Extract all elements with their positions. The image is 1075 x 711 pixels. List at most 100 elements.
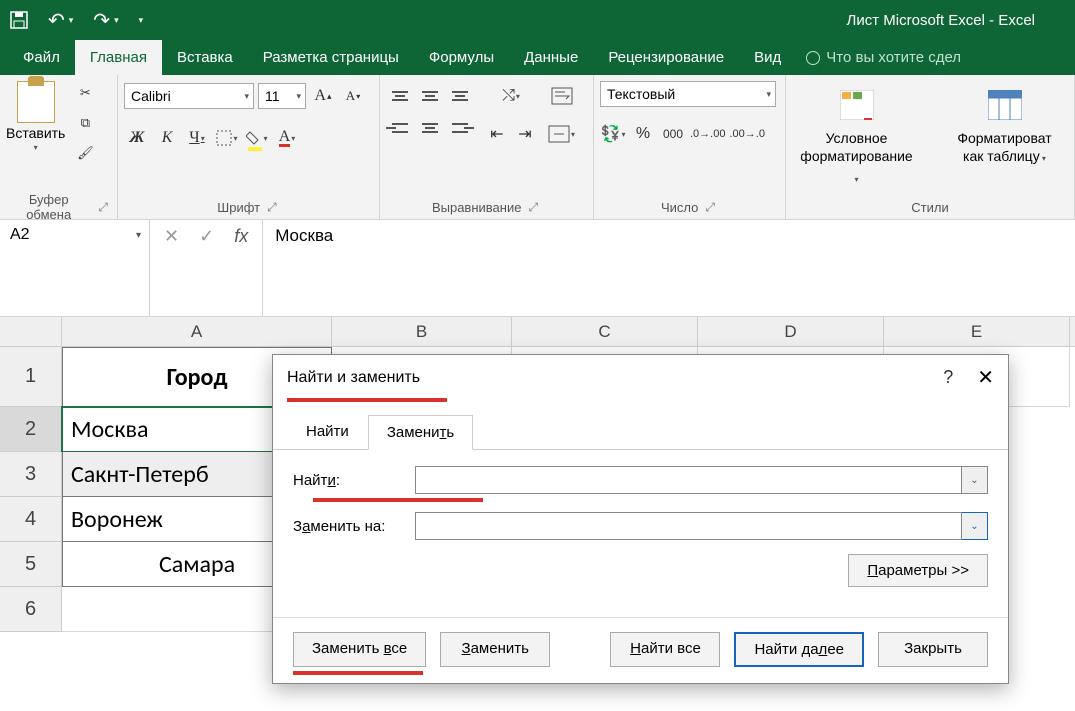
underline-button[interactable]: Ч▾ (184, 123, 210, 153)
formula-input[interactable]: Москва (263, 220, 1075, 316)
find-all-button[interactable]: Найти все (610, 632, 720, 667)
row-header-2[interactable]: 2 (0, 407, 62, 452)
parameters-button[interactable]: Параметры >> (848, 554, 988, 587)
font-size-combo[interactable]: 11▾ (258, 83, 306, 109)
conditional-format-icon (834, 85, 880, 125)
row-header-3[interactable]: 3 (0, 452, 62, 497)
cut-button[interactable]: ✂ (73, 81, 97, 105)
replace-history-dropdown[interactable]: ⌄ (962, 512, 988, 540)
font-name-value: Calibri (131, 88, 171, 104)
replace-button[interactable]: Заменить (440, 632, 550, 667)
dialog-close-button[interactable]: ✕ (977, 365, 994, 390)
close-button[interactable]: Закрыть (878, 632, 988, 667)
align-top-button[interactable] (386, 81, 414, 111)
clipboard-launcher[interactable]: ⤢ (95, 199, 111, 216)
col-header-a[interactable]: A (62, 317, 332, 346)
decrease-font-button[interactable]: A▾ (340, 81, 366, 111)
tell-me-label: Что вы хотите сдел (826, 49, 961, 66)
accept-formula-button[interactable]: ✓ (199, 226, 214, 247)
borders-button[interactable]: ▾ (214, 123, 240, 153)
fx-button[interactable]: fx (234, 226, 248, 247)
formula-value: Москва (275, 226, 333, 245)
percent-button[interactable]: % (630, 119, 656, 149)
orientation-button[interactable]: ⤭▾ (484, 81, 538, 111)
row-header-5[interactable]: 5 (0, 542, 62, 587)
find-history-dropdown[interactable]: ⌄ (962, 466, 988, 494)
number-launcher[interactable]: ⤢ (702, 199, 718, 216)
tell-me-search[interactable]: Что вы хотите сдел (806, 40, 961, 75)
increase-font-button[interactable]: A▴ (310, 81, 336, 111)
fill-color-button[interactable]: ▾ (244, 123, 270, 153)
number-group-label: Число (661, 200, 698, 215)
dialog-title: Найти и заменить (287, 369, 420, 387)
number-format-combo[interactable]: Текстовый▾ (600, 81, 776, 107)
col-header-d[interactable]: D (698, 317, 884, 346)
tab-insert[interactable]: Вставка (162, 40, 248, 75)
font-name-combo[interactable]: Calibri▾ (124, 83, 254, 109)
row-header-6[interactable]: 6 (0, 587, 62, 632)
tab-page-layout[interactable]: Разметка страницы (248, 40, 414, 75)
title-bar: ↶▾ ↷▾ ▾ Лист Microsoft Excel - Excel (0, 0, 1075, 40)
font-color-button[interactable]: А▾ (274, 123, 300, 153)
number-format-value: Текстовый (607, 86, 675, 102)
format-painter-button[interactable]: 🖌 (73, 141, 97, 165)
italic-button[interactable]: К (154, 123, 180, 153)
find-replace-dialog: Найти и заменить ? ✕ Найти Заменить Найт… (272, 354, 1009, 684)
tab-review[interactable]: Рецензирование (593, 40, 739, 75)
align-right-button[interactable] (446, 113, 474, 143)
increase-indent-button[interactable]: ⇥ (512, 119, 538, 149)
tab-file[interactable]: Файл (8, 40, 75, 75)
col-header-c[interactable]: C (512, 317, 698, 346)
table-icon (982, 85, 1028, 125)
wrap-text-button[interactable] (548, 81, 575, 111)
ribbon-tabs: Файл Главная Вставка Разметка страницы Ф… (0, 40, 1075, 75)
select-all-corner[interactable] (0, 317, 62, 346)
dialog-help-button[interactable]: ? (943, 367, 953, 388)
replace-all-button[interactable]: Заменить все (293, 632, 426, 667)
tab-data[interactable]: Данные (509, 40, 593, 75)
tab-home[interactable]: Главная (75, 40, 162, 75)
col-header-b[interactable]: B (332, 317, 512, 346)
increase-decimal-button[interactable]: .0→.00 (690, 119, 725, 149)
styles-group-label: Стили (911, 200, 948, 215)
bold-button[interactable]: Ж (124, 123, 150, 153)
font-size-value: 11 (265, 88, 280, 104)
conditional-format-label: Условное форматирование (800, 130, 912, 164)
cancel-formula-button[interactable]: ✕ (164, 226, 179, 247)
font-launcher[interactable]: ⤢ (264, 199, 280, 216)
find-label: Найти: (293, 472, 403, 489)
row-header-4[interactable]: 4 (0, 497, 62, 542)
find-input[interactable] (415, 466, 962, 494)
row-header-1[interactable]: 1 (0, 347, 62, 407)
group-font: Calibri▾ 11▾ A▴ A▾ Ж К Ч▾ ▾ ▾ А▾ Шрифт ⤢ (118, 75, 380, 219)
tab-view[interactable]: Вид (739, 40, 796, 75)
annotation-underline-2 (313, 498, 483, 502)
clipboard-group-label: Буфер обмена (6, 192, 91, 222)
format-as-table-button[interactable]: Форматироват как таблицу ▾ (941, 81, 1068, 172)
col-header-e[interactable]: E (884, 317, 1070, 346)
group-clipboard: Вставить ▾ ✂ ⧉ 🖌 Буфер обмена⤢ (0, 75, 118, 219)
font-group-label: Шрифт (217, 200, 260, 215)
replace-input[interactable] (415, 512, 962, 540)
alignment-launcher[interactable]: ⤢ (525, 199, 541, 216)
window-title: Лист Microsoft Excel - Excel (0, 12, 1075, 29)
decrease-decimal-button[interactable]: .00→.0 (729, 119, 764, 149)
tab-formulas[interactable]: Формулы (414, 40, 509, 75)
dialog-tab-replace[interactable]: Заменить (368, 415, 473, 450)
paste-label: Вставить (6, 125, 65, 141)
decrease-indent-button[interactable]: ⇤ (484, 119, 510, 149)
align-center-button[interactable] (416, 113, 444, 143)
accounting-button[interactable]: 💱▾ (600, 119, 626, 149)
paste-button[interactable]: Вставить ▾ (6, 81, 65, 152)
copy-button[interactable]: ⧉ (73, 111, 97, 135)
conditional-format-button[interactable]: Условное форматирование ▾ (792, 81, 921, 193)
align-left-button[interactable] (386, 113, 414, 143)
find-next-button[interactable]: Найти далее (734, 632, 864, 667)
name-box[interactable]: A2▾ (0, 220, 150, 316)
comma-button[interactable]: 000 (660, 119, 686, 149)
align-middle-button[interactable] (416, 81, 444, 111)
dialog-tab-find[interactable]: Найти (287, 414, 368, 449)
format-as-table-label: Форматироват как таблицу (957, 130, 1051, 164)
align-bottom-button[interactable] (446, 81, 474, 111)
merge-button[interactable]: ▾ (548, 119, 575, 149)
